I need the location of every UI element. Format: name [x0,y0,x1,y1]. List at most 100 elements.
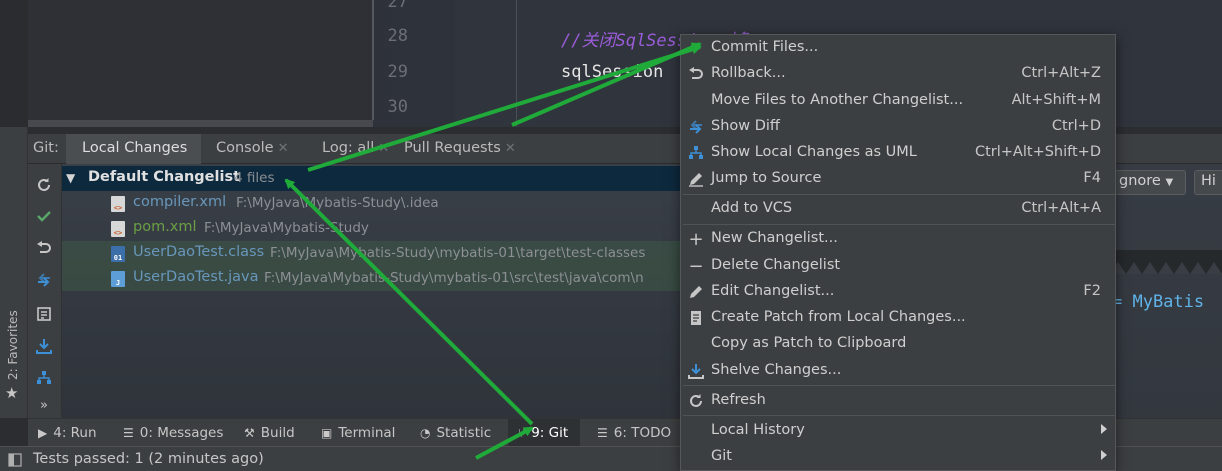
java-file-icon: J [111,271,125,287]
menu-item-jump-to-source[interactable]: Jump to Source F4 [681,166,1115,192]
edit-icon [686,169,706,189]
menu-item-local-history[interactable]: Local History [681,418,1115,444]
menu-item-show-uml[interactable]: Show Local Changes as UML Ctrl+Alt+Shift… [681,140,1115,166]
tab-label: Log: all [322,140,375,156]
run-icon: ▶ [38,426,48,440]
todo-tool-button[interactable]: ☰ 6: TODO [597,425,671,441]
menu-item-add-to-vcs[interactable]: Add to VCS Ctrl+Alt+A [681,196,1115,222]
menu-item-git[interactable]: Git [681,444,1115,470]
changes-toolbar: » [28,164,62,418]
menu-item-label: Move Files to Another Changelist... [711,92,964,108]
editor-left-strip [0,0,28,127]
tab-log[interactable]: Log: all ✕ [322,140,389,156]
tool-label: 4: Run [53,425,97,441]
menu-shortcut: Ctrl+Alt+Z [1021,65,1101,81]
refresh-icon[interactable] [33,174,55,196]
file-row[interactable]: <> compiler.xml F:\MyJava\Mybatis-Study\… [62,191,682,216]
menu-item-label: Commit Files... [711,39,819,55]
menu-item-refresh[interactable]: Refresh [681,388,1115,414]
menu-item-new-changelist[interactable]: + New Changelist... [681,226,1115,252]
favorites-tab[interactable]: 2: Favorites [6,310,20,380]
tool-window-title: Git: [33,140,59,156]
menu-item-label: Jump to Source [711,170,822,186]
line-number: 27 [387,0,408,12]
download-icon[interactable] [33,335,55,357]
rollback-icon[interactable] [33,237,55,259]
menu-item-rollback[interactable]: Rollback... Ctrl+Alt+Z [681,61,1115,87]
shelve-icon [686,361,706,381]
tab-label: Pull Requests [404,140,501,156]
menu-item-edit-changelist[interactable]: Edit Changelist... F2 [681,279,1115,305]
file-path: F:\MyJava\Mybatis-Study\.idea [236,195,439,211]
tab-pull-requests[interactable]: Pull Requests ✕ [404,140,516,156]
todo-icon: ☰ [597,426,608,440]
diff-separator [1110,250,1222,274]
git-icon: ⑂ [518,426,526,440]
submenu-arrow-icon [1101,424,1107,434]
line-number: 30 [387,97,408,117]
ignore-dropdown[interactable]: gnore ▼ [1112,170,1186,195]
patch-icon [686,308,706,328]
diff-icon[interactable] [33,269,55,291]
tab-console[interactable]: Console ✕ [216,140,288,156]
menu-shortcut: Ctrl+Alt+Shift+D [974,144,1101,160]
file-row[interactable]: 01 UserDaoTest.class F:\MyJava\Mybatis-S… [62,241,682,266]
menu-item-move-files[interactable]: Move Files to Another Changelist... Alt+… [681,88,1115,114]
line-number: 28 [387,26,408,46]
status-message: Tests passed: 1 (2 minutes ago) [33,451,264,467]
menu-item-label: New Changelist... [711,230,838,246]
gutter-divider [372,0,374,120]
close-icon[interactable]: ✕ [378,141,389,156]
commit-check-icon[interactable] [33,205,55,227]
file-row[interactable]: J UserDaoTest.java F:\MyJava\Mybatis-Stu… [62,266,682,291]
xml-file-icon: <> [111,221,125,237]
menu-item-shelve-changes[interactable]: Shelve Changes... [681,358,1115,384]
git-tool-button[interactable]: ⑂ 9: Git [518,425,568,441]
uml-icon[interactable] [33,367,55,389]
tab-local-changes[interactable]: Local Changes [82,140,187,156]
status-panel-icon[interactable] [8,453,22,467]
diff-code: = MyBatis [1112,292,1205,312]
menu-shortcut: F2 [1083,283,1101,299]
menu-item-copy-patch[interactable]: Copy as Patch to Clipboard [681,331,1115,357]
menu-item-label: Create Patch from Local Changes... [711,309,966,325]
changelist-row[interactable]: ▼ Default Changelist 4 files [62,166,682,191]
star-icon[interactable]: ★ [5,384,18,402]
submenu-arrow-icon [1101,450,1107,460]
more-icon[interactable]: » [33,394,55,416]
close-icon[interactable]: ✕ [278,141,289,156]
tool-label: 9: Git [531,425,569,441]
menu-item-label: Git [711,448,732,464]
close-icon[interactable]: ✕ [505,141,516,156]
menu-separator [683,194,1115,195]
terminal-tool-button[interactable]: ▣ Terminal [321,425,395,441]
changelist-name: Default Changelist [88,169,241,185]
file-row[interactable]: <> pom.xml F:\MyJava\Mybatis-Study [62,216,682,241]
file-path: F:\MyJava\Mybatis-Study\mybatis-01\src\t… [264,270,644,286]
menu-item-show-diff[interactable]: Show Diff Ctrl+D [681,114,1115,140]
menu-item-delete-changelist[interactable]: − Delete Changelist [681,253,1115,279]
highlight-dropdown[interactable]: Hi [1194,170,1222,195]
menu-item-label: Add to VCS [711,200,793,216]
statistic-icon: ◔ [420,426,431,440]
menu-shortcut: F4 [1083,170,1101,186]
tab-label: Local Changes [82,140,188,156]
build-tool-button[interactable]: ⚒ Build [244,425,295,441]
menu-item-commit-files[interactable]: Commit Files... [681,35,1115,61]
menu-separator [683,415,1115,416]
expand-triangle-icon[interactable]: ▼ [66,171,80,185]
refresh-icon [686,391,706,411]
shelf-icon[interactable] [33,303,55,325]
editor-scrollbar[interactable] [28,120,373,127]
tool-label: Build [260,425,295,441]
menu-item-label: Local History [711,422,805,438]
messages-tool-button[interactable]: ☰ 0: Messages [123,425,223,441]
statistic-tool-button[interactable]: ◔ Statistic [420,425,491,441]
chevron-down-icon: ▼ [1165,177,1174,188]
menu-item-create-patch[interactable]: Create Patch from Local Changes... [681,305,1115,331]
run-tool-button[interactable]: ▶ 4: Run [38,425,97,441]
line-number: 29 [387,62,408,82]
menu-shortcut: Ctrl+D [1051,118,1101,134]
rollback-icon [686,64,706,84]
menu-item-label: Refresh [711,392,766,408]
